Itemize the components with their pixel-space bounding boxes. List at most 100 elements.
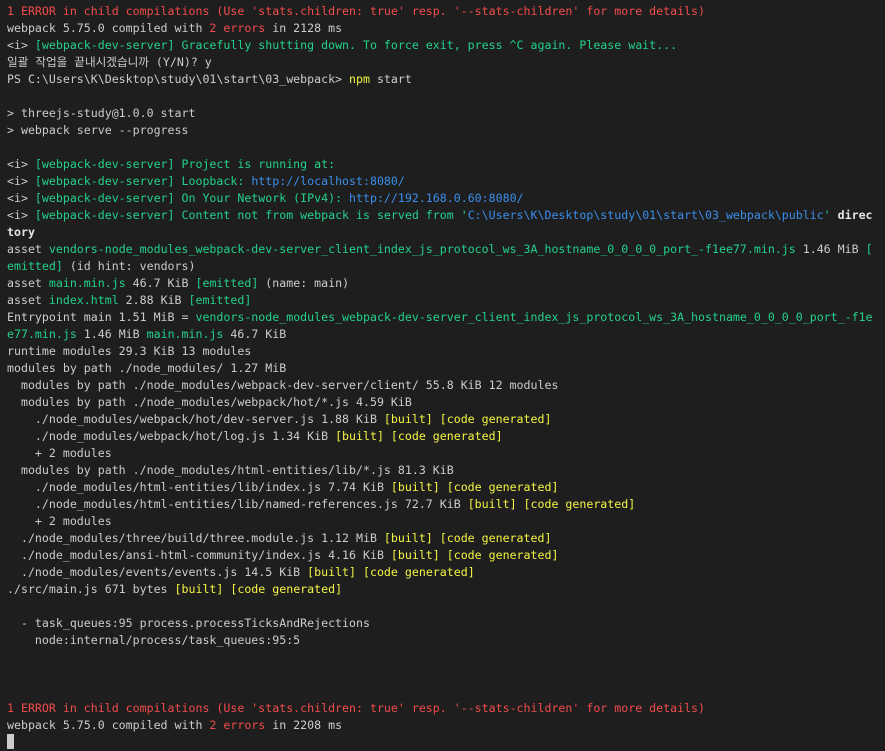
terminal-text: http://localhost:8080/ bbox=[251, 174, 405, 188]
terminal-text: webpack 5.75.0 compiled with bbox=[7, 21, 210, 35]
terminal-text: asset bbox=[7, 242, 49, 256]
prompt-line[interactable] bbox=[7, 734, 885, 751]
terminal-text: ./node_modules/html-entities/lib/named-r… bbox=[7, 497, 468, 511]
terminal-text: 2.88 KiB bbox=[118, 293, 189, 307]
terminal-text: [ bbox=[865, 242, 873, 256]
terminal-text: modules by path ./node_modules/webpack-d… bbox=[7, 378, 559, 392]
terminal-text: emitted] bbox=[7, 259, 63, 273]
terminal-text: index.html bbox=[48, 293, 119, 307]
terminal-line: ./node_modules/events/events.js 14.5 KiB… bbox=[7, 564, 885, 581]
terminal-text: asset bbox=[7, 293, 49, 307]
terminal-text: modules by path ./node_modules/webpack/h… bbox=[7, 395, 412, 409]
terminal-text: 1.46 MiB bbox=[76, 327, 147, 341]
terminal-line: + 2 modules bbox=[7, 513, 885, 530]
terminal-text: [emitted] bbox=[188, 293, 252, 307]
terminal-text: tory bbox=[7, 225, 35, 239]
terminal-text: [built] [code generated] bbox=[390, 548, 559, 562]
terminal-line: + 2 modules bbox=[7, 445, 885, 462]
terminal-text: e77.min.js bbox=[7, 327, 77, 341]
terminal-text: [built] [code generated] bbox=[383, 412, 552, 426]
terminal-line: tory bbox=[7, 224, 885, 241]
terminal-text: 1 ERROR in child compilations (Use 'stat… bbox=[7, 4, 706, 18]
terminal-text: vendors-node_modules_webpack-dev-server_… bbox=[48, 242, 796, 256]
terminal-line: modules by path ./node_modules/ 1.27 MiB bbox=[7, 360, 885, 377]
terminal-text: <i> bbox=[7, 38, 35, 52]
terminal-text: runtime modules 29.3 KiB 13 modules bbox=[7, 344, 252, 358]
terminal-line: e77.min.js 1.46 MiB main.min.js 46.7 KiB bbox=[7, 326, 885, 343]
terminal-text: Entrypoint main 1.51 MiB = bbox=[7, 310, 196, 324]
terminal-text: main.min.js bbox=[48, 276, 126, 290]
terminal-line: > webpack serve --progress bbox=[7, 122, 885, 139]
terminal-text: - task_queues:95 process.processTicksAnd… bbox=[7, 616, 370, 630]
terminal-line: ./node_modules/three/build/three.module.… bbox=[7, 530, 885, 547]
terminal-line: ./src/main.js 671 bytes [built] [code ge… bbox=[7, 581, 885, 598]
terminal-text: (name: main) bbox=[258, 276, 350, 290]
terminal-line: emitted] (id hint: vendors) bbox=[7, 258, 885, 275]
terminal-text: > webpack serve --progress bbox=[7, 123, 189, 137]
terminal-text: [built] [code generated] bbox=[390, 480, 559, 494]
terminal-text: 1 ERROR in child compilations (Use 'stat… bbox=[7, 701, 706, 715]
terminal-line: asset main.min.js 46.7 KiB [emitted] (na… bbox=[7, 275, 885, 292]
terminal-text: asset bbox=[7, 276, 49, 290]
terminal-line: - task_queues:95 process.processTicksAnd… bbox=[7, 615, 885, 632]
terminal-text: ./node_modules/three/build/three.module.… bbox=[7, 531, 384, 545]
terminal-text: [built] [code generated] bbox=[174, 582, 343, 596]
terminal-text: ./node_modules/html-entities/lib/index.j… bbox=[7, 480, 391, 494]
terminal-line: modules by path ./node_modules/webpack/h… bbox=[7, 394, 885, 411]
terminal-text: PS C:\Users\K\Desktop\study\01\start\03_… bbox=[7, 72, 350, 86]
terminal-text: ./node_modules/ansi-html-community/index… bbox=[7, 548, 391, 562]
terminal-text: modules by path ./node_modules/ 1.27 MiB bbox=[7, 361, 287, 375]
terminal-line: modules by path ./node_modules/webpack-d… bbox=[7, 377, 885, 394]
terminal-text: ./src/main.js 671 bytes bbox=[7, 582, 175, 596]
terminal-text: npm bbox=[349, 72, 370, 86]
terminal-line: <i> [webpack-dev-server] Content not fro… bbox=[7, 207, 885, 224]
terminal-text: webpack 5.75.0 compiled with bbox=[7, 718, 210, 732]
terminal-text: ./node_modules/webpack/hot/log.js 1.34 K… bbox=[7, 429, 336, 443]
terminal-text: 2 errors bbox=[209, 718, 266, 732]
terminal-line: node:internal/process/task_queues:95:5 bbox=[7, 632, 885, 649]
text-cursor bbox=[7, 734, 14, 749]
terminal-text: [webpack-dev-server] Content not from we… bbox=[34, 208, 468, 222]
terminal-line: <i> [webpack-dev-server] Loopback: http:… bbox=[7, 173, 885, 190]
terminal-line: <i> [webpack-dev-server] Project is runn… bbox=[7, 156, 885, 173]
terminal-text: [webpack-dev-server] On Your Network (IP… bbox=[34, 191, 350, 205]
terminal-text: [built] [code generated] bbox=[383, 531, 552, 545]
terminal-text: main.min.js bbox=[146, 327, 224, 341]
terminal-line: ./node_modules/ansi-html-community/index… bbox=[7, 547, 885, 564]
terminal-line: webpack 5.75.0 compiled with 2 errors in… bbox=[7, 717, 885, 734]
terminal-text: [built] [code generated] bbox=[307, 565, 475, 579]
terminal-text: (id hint: vendors) bbox=[62, 259, 196, 273]
terminal-text: start bbox=[369, 72, 412, 86]
terminal-line: 1 ERROR in child compilations (Use 'stat… bbox=[7, 700, 885, 717]
terminal-line: ./node_modules/webpack/hot/dev-server.js… bbox=[7, 411, 885, 428]
terminal-line: > threejs-study@1.0.0 start bbox=[7, 105, 885, 122]
terminal-text: + 2 modules bbox=[7, 446, 112, 460]
terminal-line: asset vendors-node_modules_webpack-dev-s… bbox=[7, 241, 885, 258]
terminal-text: [webpack-dev-server] Project is running … bbox=[34, 157, 336, 171]
terminal-output[interactable]: 1 ERROR in child compilations (Use 'stat… bbox=[0, 0, 885, 751]
terminal-text: [built] [code generated] bbox=[467, 497, 636, 511]
terminal-line: ./node_modules/webpack/hot/log.js 1.34 K… bbox=[7, 428, 885, 445]
terminal-line: ./node_modules/html-entities/lib/named-r… bbox=[7, 496, 885, 513]
terminal-text: [built] [code generated] bbox=[335, 429, 503, 443]
terminal-text: <i> bbox=[7, 174, 35, 188]
terminal-line: ./node_modules/html-entities/lib/index.j… bbox=[7, 479, 885, 496]
terminal-text: http://192.168.0.60:8080/ bbox=[349, 191, 524, 205]
terminal-text: 1.46 MiB bbox=[795, 242, 866, 256]
terminal-text: node:internal/process/task_queues:95:5 bbox=[7, 633, 301, 647]
terminal-line: <i> [webpack-dev-server] On Your Network… bbox=[7, 190, 885, 207]
terminal-line: runtime modules 29.3 KiB 13 modules bbox=[7, 343, 885, 360]
terminal-line: Entrypoint main 1.51 MiB = vendors-node_… bbox=[7, 309, 885, 326]
terminal-text: <i> bbox=[7, 208, 35, 222]
terminal-line: webpack 5.75.0 compiled with 2 errors in… bbox=[7, 20, 885, 37]
terminal-text: <i> bbox=[7, 157, 35, 171]
terminal-text: + 2 modules bbox=[7, 514, 112, 528]
terminal-text: ./node_modules/events/events.js 14.5 KiB bbox=[7, 565, 308, 579]
terminal-text: > threejs-study@1.0.0 start bbox=[7, 106, 196, 120]
terminal-text: C:\Users\K\Desktop\study\01\start\03_web… bbox=[467, 208, 824, 222]
